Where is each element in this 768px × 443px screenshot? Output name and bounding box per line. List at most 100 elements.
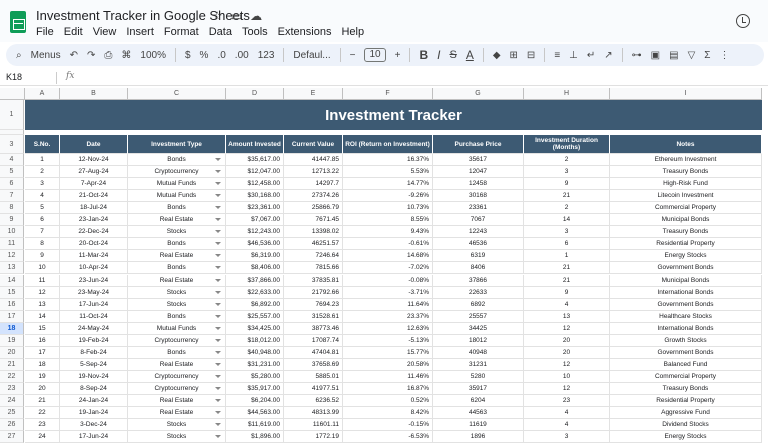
column-header-g[interactable]: G <box>433 88 524 100</box>
cell-roi[interactable]: 11.46% <box>343 370 433 383</box>
cell-purchase-price[interactable]: 12243 <box>433 226 524 239</box>
cell-notes[interactable]: Healthcare Stocks <box>610 310 762 323</box>
cell-roi[interactable]: -9.26% <box>343 190 433 203</box>
cell-duration[interactable]: 12 <box>524 382 610 395</box>
cell-current-value[interactable]: 47404.81 <box>284 346 343 359</box>
cell-sno[interactable]: 20 <box>25 382 60 395</box>
cell-notes[interactable]: Litecoin Investment <box>610 190 762 203</box>
row-header[interactable]: 6 <box>0 178 24 191</box>
cell-investment-type[interactable]: Bonds <box>128 238 226 251</box>
cell-date[interactable]: 27-Aug-24 <box>60 166 128 179</box>
dropdown-chevron-icon[interactable] <box>215 218 221 222</box>
header-sno[interactable]: S.No. <box>25 135 60 154</box>
cell-investment-type[interactable]: Stocks <box>128 286 226 299</box>
cell-investment-type[interactable]: Cryptocurrency <box>128 334 226 347</box>
cell-date[interactable]: 8-Feb-24 <box>60 346 128 359</box>
cell-purchase-price[interactable]: 34425 <box>433 322 524 335</box>
dropdown-chevron-icon[interactable] <box>215 278 221 282</box>
cell-current-value[interactable]: 48313.99 <box>284 407 343 420</box>
header-purchase-price[interactable]: Purchase Price <box>433 135 524 154</box>
percent-format-button[interactable]: % <box>200 50 209 61</box>
menu-file[interactable]: File <box>36 26 54 38</box>
cell-sno[interactable]: 9 <box>25 250 60 263</box>
cell-date[interactable]: 22-Dec-24 <box>60 226 128 239</box>
insert-link-icon[interactable]: ⊶ <box>632 50 642 61</box>
cell-duration[interactable]: 12 <box>524 322 610 335</box>
row-header[interactable]: 18 <box>0 322 24 335</box>
cell-current-value[interactable]: 13398.02 <box>284 226 343 239</box>
horizontal-align-icon[interactable]: ≡ <box>554 50 560 61</box>
row-header[interactable]: 25 <box>0 407 24 420</box>
cell-purchase-price[interactable]: 6892 <box>433 298 524 311</box>
row-header[interactable]: 10 <box>0 226 24 239</box>
cell-amount-invested[interactable]: $6,204.00 <box>226 395 284 408</box>
cell-sno[interactable]: 13 <box>25 298 60 311</box>
menus-search[interactable]: Menus <box>31 50 61 61</box>
dropdown-chevron-icon[interactable] <box>215 230 221 234</box>
cell-purchase-price[interactable]: 8406 <box>433 262 524 275</box>
cell-duration[interactable]: 3 <box>524 226 610 239</box>
cell-amount-invested[interactable]: $18,012.00 <box>226 334 284 347</box>
cell-purchase-price[interactable]: 1896 <box>433 431 524 443</box>
cell-amount-invested[interactable]: $7,067.00 <box>226 214 284 227</box>
cell-current-value[interactable]: 41977.51 <box>284 382 343 395</box>
cell-sno[interactable]: 7 <box>25 226 60 239</box>
increase-font-icon[interactable]: + <box>395 50 401 61</box>
cell-investment-type[interactable]: Cryptocurrency <box>128 382 226 395</box>
cell-current-value[interactable]: 7815.66 <box>284 262 343 275</box>
more-options-icon[interactable]: ⋮ <box>719 50 729 61</box>
row-header[interactable]: 7 <box>0 190 24 203</box>
cell-notes[interactable]: International Bonds <box>610 322 762 335</box>
cell-notes[interactable]: Residential Property <box>610 238 762 251</box>
cell-investment-type[interactable]: Real Estate <box>128 395 226 408</box>
cell-notes[interactable]: Energy Stocks <box>610 431 762 443</box>
cell-notes[interactable]: Treasury Bonds <box>610 382 762 395</box>
dropdown-chevron-icon[interactable] <box>215 350 221 354</box>
dropdown-chevron-icon[interactable] <box>215 326 221 330</box>
cell-purchase-price[interactable]: 44563 <box>433 407 524 420</box>
filter-icon[interactable]: ▽ <box>688 50 696 61</box>
header-investment-type[interactable]: Investment Type <box>128 135 226 154</box>
cell-roi[interactable]: 9.43% <box>343 226 433 239</box>
undo-icon[interactable]: ↶ <box>70 50 78 61</box>
text-rotation-icon[interactable]: ↗ <box>604 50 612 61</box>
cell-current-value[interactable]: 38773.46 <box>284 322 343 335</box>
header-duration[interactable]: Investment Duration (Months) <box>524 135 610 154</box>
cell-investment-type[interactable]: Real Estate <box>128 250 226 263</box>
cell-investment-type[interactable]: Bonds <box>128 262 226 275</box>
cell-sno[interactable]: 23 <box>25 419 60 432</box>
cell-date[interactable]: 23-Jan-24 <box>60 214 128 227</box>
cell-purchase-price[interactable]: 22633 <box>433 286 524 299</box>
cell-investment-type[interactable]: Bonds <box>128 202 226 215</box>
cell-current-value[interactable]: 27374.26 <box>284 190 343 203</box>
cell-investment-type[interactable]: Real Estate <box>128 274 226 287</box>
cell-current-value[interactable]: 25866.79 <box>284 202 343 215</box>
cell-duration[interactable]: 9 <box>524 286 610 299</box>
cell-date[interactable]: 3-Dec-24 <box>60 419 128 432</box>
cell-current-value[interactable]: 37658.69 <box>284 358 343 371</box>
cell-current-value[interactable]: 21792.66 <box>284 286 343 299</box>
cell-current-value[interactable]: 7694.23 <box>284 298 343 311</box>
cell-investment-type[interactable]: Bonds <box>128 346 226 359</box>
dropdown-chevron-icon[interactable] <box>215 302 221 306</box>
vertical-align-icon[interactable]: ⊥ <box>569 50 578 61</box>
row-header[interactable]: 22 <box>0 370 24 383</box>
cell-current-value[interactable]: 37835.81 <box>284 274 343 287</box>
cell-sno[interactable]: 2 <box>25 166 60 179</box>
cell-current-value[interactable]: 12713.22 <box>284 166 343 179</box>
cell-date[interactable]: 24-May-24 <box>60 322 128 335</box>
dropdown-chevron-icon[interactable] <box>215 158 221 161</box>
column-header-f[interactable]: F <box>343 88 433 100</box>
cell-amount-invested[interactable]: $35,617.00 <box>226 154 284 167</box>
cell-date[interactable]: 12-Nov-24 <box>60 154 128 167</box>
currency-format-button[interactable]: $ <box>185 50 191 61</box>
cell-date[interactable]: 7-Apr-24 <box>60 178 128 191</box>
cell-duration[interactable]: 9 <box>524 178 610 191</box>
cell-amount-invested[interactable]: $34,425.00 <box>226 322 284 335</box>
cell-roi[interactable]: 16.37% <box>343 154 433 167</box>
cell-sno[interactable]: 12 <box>25 286 60 299</box>
cell-date[interactable]: 24-Jan-24 <box>60 395 128 408</box>
cell-current-value[interactable]: 1772.19 <box>284 431 343 443</box>
cell-date[interactable]: 23-May-24 <box>60 286 128 299</box>
row-header[interactable]: 20 <box>0 346 24 359</box>
